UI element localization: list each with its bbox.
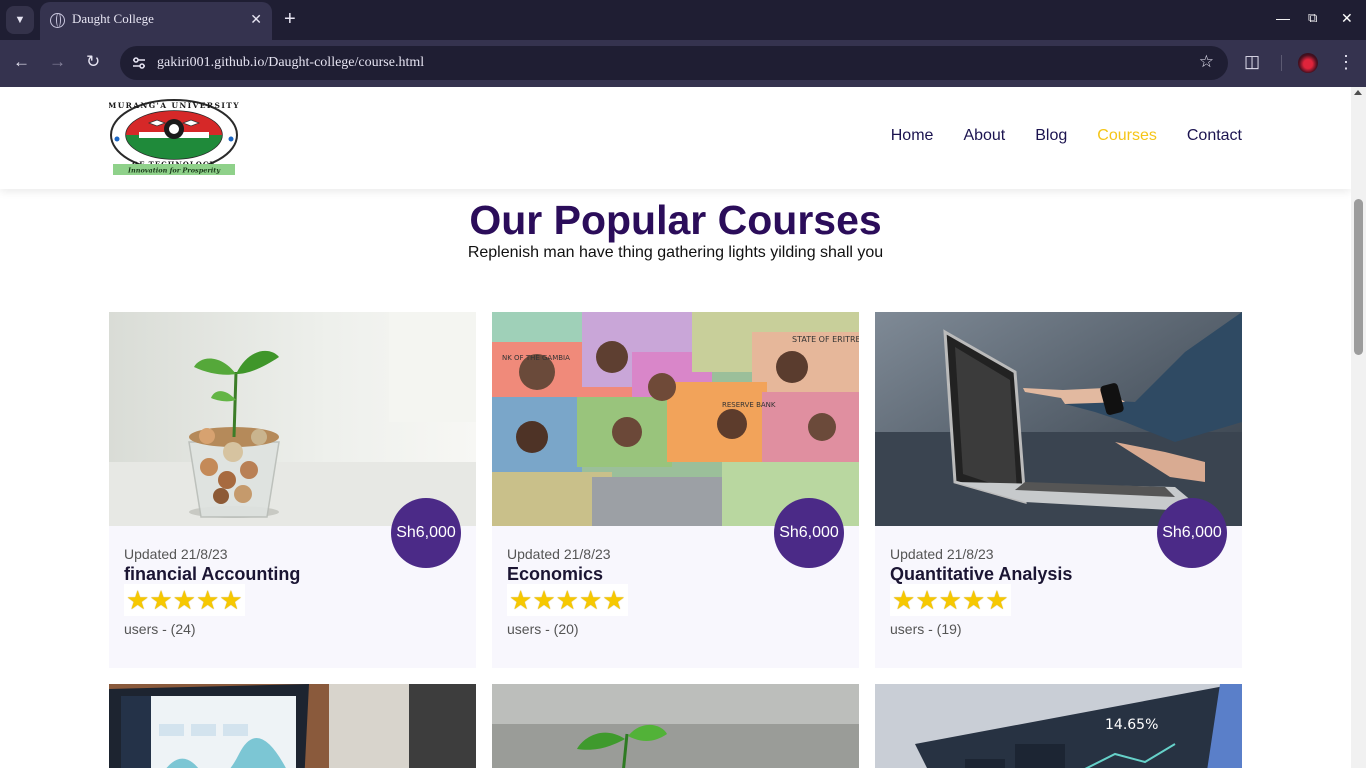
star-rating: ★ ★ ★ ★ ★	[507, 584, 628, 616]
minimize-icon[interactable]: —	[1276, 10, 1290, 26]
main-nav: Home About Blog Courses Contact	[891, 127, 1242, 145]
star-icon: ★	[532, 585, 556, 615]
nav-contact[interactable]: Contact	[1187, 127, 1242, 145]
course-image-laptop-hand	[875, 312, 1242, 526]
window-close-icon[interactable]: ✕	[1341, 10, 1353, 27]
users-count: users - (19)	[890, 621, 962, 637]
url-text: gakiri001.github.io/Daught-college/cours…	[157, 55, 425, 70]
star-icon: ★	[126, 585, 150, 615]
tab-search-button[interactable]: ▼	[6, 6, 34, 34]
star-icon: ★	[892, 585, 916, 615]
svg-text:RESERVE BANK: RESERVE BANK	[722, 401, 776, 409]
course-name[interactable]: financial Accounting	[124, 564, 300, 585]
star-icon: ★	[915, 585, 939, 615]
globe-icon	[50, 13, 65, 28]
updated-date: Updated 21/8/23	[890, 546, 994, 562]
course-image-laptop-dashboard	[109, 684, 476, 768]
bookmark-star-icon[interactable]: ☆	[1199, 52, 1214, 72]
course-image-analytics-screen: 14.65% 1.67	[875, 684, 1242, 768]
close-tab-icon[interactable]: ✕	[250, 11, 262, 28]
star-icon: ★	[938, 585, 962, 615]
star-icon: ★	[149, 585, 173, 615]
new-tab-button[interactable]: +	[284, 8, 296, 30]
forward-icon[interactable]: →	[49, 52, 66, 72]
price-badge: Sh6,000	[391, 498, 461, 568]
star-rating: ★ ★ ★ ★ ★	[890, 584, 1011, 616]
course-card[interactable]: Sh6,000 Updated 21/8/23 financial Accoun…	[109, 312, 476, 668]
price-badge: Sh6,000	[1157, 498, 1227, 568]
university-logo[interactable]: MURANG'A UNIVERSITY OF TECHNOLOGY Innova…	[109, 99, 239, 176]
browser-menu-icon[interactable]: ⋮	[1337, 52, 1355, 73]
site-header: MURANG'A UNIVERSITY OF TECHNOLOGY Innova…	[0, 87, 1351, 189]
star-icon: ★	[195, 585, 220, 615]
star-icon: ★	[985, 585, 1009, 615]
tab-title: Daught College	[72, 11, 154, 26]
toolbar-separator	[1281, 55, 1282, 71]
price-badge: Sh6,000	[774, 498, 844, 568]
course-name[interactable]: Economics	[507, 564, 603, 585]
reload-icon[interactable]: ↻	[86, 52, 100, 72]
star-icon: ★	[961, 585, 986, 615]
nav-courses[interactable]: Courses	[1097, 127, 1157, 145]
star-icon: ★	[578, 585, 603, 615]
star-icon: ★	[172, 585, 196, 615]
browser-tab[interactable]: Daught College ✕	[40, 2, 272, 40]
browser-toolbar: ← → ↻ gakiri001.github.io/Daught-college…	[0, 40, 1366, 87]
star-rating: ★ ★ ★ ★ ★	[124, 584, 245, 616]
updated-date: Updated 21/8/23	[507, 546, 611, 562]
browser-tab-bar: ▼ Daught College ✕ + — ⧉ ✕	[0, 0, 1366, 40]
svg-text:NK OF THE GAMBIA: NK OF THE GAMBIA	[502, 354, 570, 362]
profile-avatar[interactable]	[1298, 53, 1318, 73]
updated-date: Updated 21/8/23	[124, 546, 228, 562]
star-icon: ★	[555, 585, 579, 615]
site-info-icon[interactable]	[131, 55, 147, 71]
page-viewport: MURANG'A UNIVERSITY OF TECHNOLOGY Innova…	[0, 87, 1351, 768]
address-bar[interactable]: gakiri001.github.io/Daught-college/cours…	[120, 46, 1228, 80]
nav-about[interactable]: About	[963, 127, 1005, 145]
course-image-coins-plant	[109, 312, 476, 526]
scrollbar-thumb[interactable]	[1354, 199, 1363, 355]
section-title: Our Popular Courses	[469, 197, 882, 243]
star-icon: ★	[602, 585, 626, 615]
star-icon: ★	[509, 585, 533, 615]
nav-blog[interactable]: Blog	[1035, 127, 1067, 145]
svg-text:14.65%: 14.65%	[1105, 717, 1158, 733]
scroll-up-arrow-icon[interactable]	[1354, 90, 1362, 95]
course-card[interactable]: Sh6,000 Updated 21/8/23 Quantitative Ana…	[875, 312, 1242, 668]
course-image-plant	[492, 684, 859, 768]
extensions-icon[interactable]: ◫	[1244, 52, 1264, 72]
nav-home[interactable]: Home	[891, 127, 934, 145]
course-image-african-banknotes: STATE OF ERITREA NK OF THE GAMBIA RESERV…	[492, 312, 859, 526]
svg-text:STATE OF ERITREA: STATE OF ERITREA	[792, 335, 859, 344]
users-count: users - (24)	[124, 621, 196, 637]
svg-text:MURANG'A UNIVERSITY: MURANG'A UNIVERSITY	[109, 101, 239, 110]
course-name[interactable]: Quantitative Analysis	[890, 564, 1072, 585]
course-card[interactable]: STATE OF ERITREA NK OF THE GAMBIA RESERV…	[492, 312, 859, 668]
star-icon: ★	[219, 585, 243, 615]
back-icon[interactable]: ←	[13, 52, 30, 72]
users-count: users - (20)	[507, 621, 579, 637]
restore-icon[interactable]: ⧉	[1308, 10, 1317, 26]
svg-text:Innovation for Prosperity: Innovation for Prosperity	[127, 167, 221, 175]
page-scrollbar[interactable]	[1351, 87, 1366, 768]
section-subtitle: Replenish man have thing gathering light…	[467, 244, 884, 261]
